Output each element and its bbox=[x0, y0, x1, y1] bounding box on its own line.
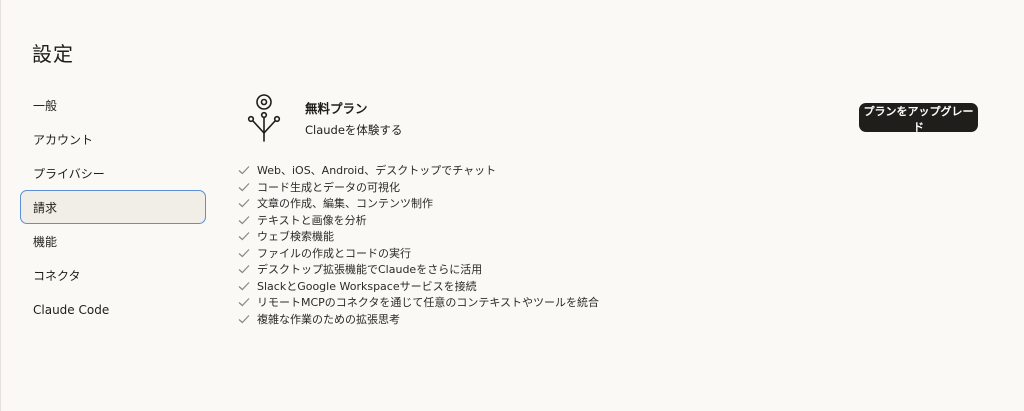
feature-label: ファイルの作成とコードの実行 bbox=[257, 246, 411, 260]
feature-label: 文章の作成、編集、コンテンツ制作 bbox=[257, 197, 433, 211]
settings-sidebar: 一般 アカウント プライバシー 請求 機能 コネクタ Claude Code bbox=[20, 88, 206, 326]
list-item: ファイルの作成とコードの実行 bbox=[238, 245, 599, 262]
sidebar-item-privacy[interactable]: プライバシー bbox=[20, 156, 206, 190]
sidebar-item-general[interactable]: 一般 bbox=[20, 88, 206, 122]
check-icon bbox=[238, 232, 250, 241]
list-item: ウェブ検索機能 bbox=[238, 228, 599, 245]
list-item: デスクトップ拡張機能でClaudeをさらに活用 bbox=[238, 261, 599, 278]
settings-page: 設定 一般 アカウント プライバシー 請求 機能 コネクタ Claude Cod… bbox=[0, 0, 1024, 411]
check-icon bbox=[238, 215, 250, 225]
plan-tagline: Claudeを体験する bbox=[305, 123, 403, 137]
feature-list: Web、iOS、Android、デスクトップでチャット コード生成とデータの可視… bbox=[238, 162, 599, 327]
feature-label: コード生成とデータの可視化 bbox=[257, 180, 400, 194]
list-item: テキストと画像を分析 bbox=[238, 212, 599, 229]
list-item: 複雑な作業のための拡張思考 bbox=[238, 311, 599, 328]
feature-label: 複雑な作業のための拡張思考 bbox=[257, 312, 400, 326]
feature-label: リモートMCPのコネクタを通じて任意のコンテキストやツールを統合 bbox=[257, 296, 600, 310]
sidebar-item-features[interactable]: 機能 bbox=[20, 224, 206, 258]
check-icon bbox=[238, 182, 250, 192]
page-title: 設定 bbox=[32, 42, 74, 66]
plan-name: 無料プラン bbox=[305, 101, 368, 116]
check-icon bbox=[238, 199, 250, 208]
feature-label: デスクトップ拡張機能でClaudeをさらに活用 bbox=[257, 263, 483, 277]
list-item: SlackとGoogle Workspaceサービスを接続 bbox=[238, 278, 599, 295]
feature-label: Web、iOS、Android、デスクトップでチャット bbox=[257, 164, 497, 178]
feature-label: ウェブ検索機能 bbox=[257, 230, 334, 244]
list-item: 文章の作成、編集、コンテンツ制作 bbox=[238, 195, 599, 212]
check-icon bbox=[238, 166, 250, 175]
feature-label: SlackとGoogle Workspaceサービスを接続 bbox=[257, 279, 477, 293]
check-icon bbox=[238, 248, 250, 258]
upgrade-plan-button[interactable]: プランをアップグレード bbox=[859, 103, 978, 134]
check-icon bbox=[238, 281, 250, 291]
list-item: コード生成とデータの可視化 bbox=[238, 179, 599, 196]
sidebar-item-billing[interactable]: 請求 bbox=[20, 190, 206, 224]
feature-label: テキストと画像を分析 bbox=[257, 213, 367, 227]
list-item: Web、iOS、Android、デスクトップでチャット bbox=[238, 162, 599, 179]
sidebar-item-connectors[interactable]: コネクタ bbox=[20, 258, 206, 292]
sprout-icon bbox=[247, 94, 281, 142]
sidebar-item-claude-code[interactable]: Claude Code bbox=[20, 292, 206, 326]
list-item: リモートMCPのコネクタを通じて任意のコンテキストやツールを統合 bbox=[238, 294, 599, 311]
check-icon bbox=[238, 265, 250, 274]
check-icon bbox=[238, 298, 250, 307]
sidebar-item-account[interactable]: アカウント bbox=[20, 122, 206, 156]
check-icon bbox=[238, 314, 250, 324]
